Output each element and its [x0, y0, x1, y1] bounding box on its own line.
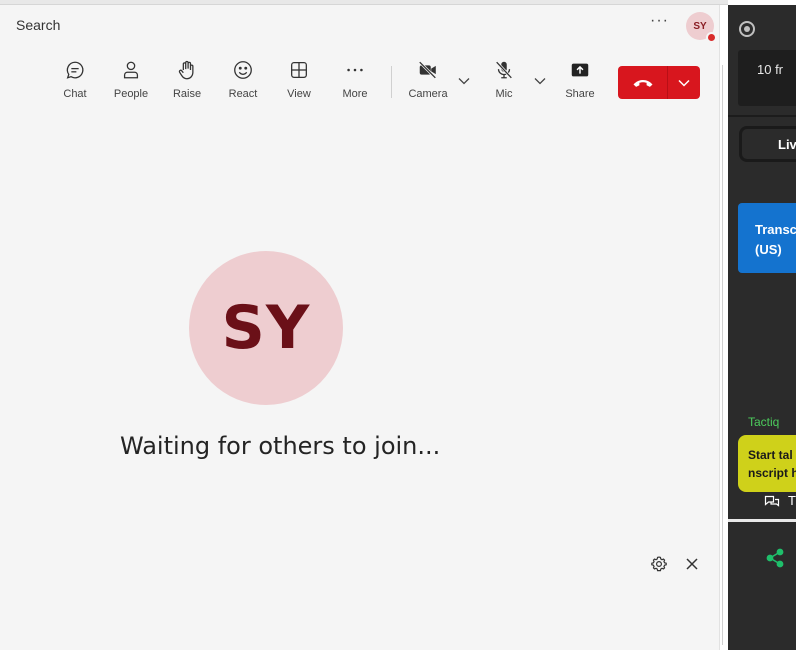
transcript-line-2: (US): [755, 242, 782, 257]
side-panel: 10 fr Liv Transc (US) Tactiq Start tal n…: [728, 5, 796, 650]
ellipsis-icon: [347, 68, 363, 72]
raise-label: Raise: [172, 88, 202, 100]
side-separator-light: [728, 519, 796, 522]
grid-view-icon: [291, 62, 307, 78]
view-label: View: [287, 88, 311, 100]
record-icon[interactable]: [739, 21, 755, 37]
mic-options-chevron-icon[interactable]: [533, 74, 547, 88]
share-screen-icon: [571, 63, 589, 77]
live-tab-label: Liv: [778, 137, 796, 152]
react-label: React: [228, 88, 258, 100]
mic-button[interactable]: Mic: [476, 56, 532, 106]
tactiq-label: Tactiq: [748, 415, 780, 429]
people-button[interactable]: People: [103, 56, 159, 106]
preview-frame-text: 10 fr: [757, 62, 784, 77]
raise-hand-icon: [178, 60, 194, 80]
camera-button[interactable]: Camera: [400, 56, 456, 106]
hang-up-icon: [633, 79, 652, 87]
toolbar-separator: [391, 66, 392, 98]
participant-initials: SY: [221, 293, 311, 363]
people-icon: [123, 61, 139, 79]
user-avatar-initials: SY: [693, 20, 707, 32]
smiley-icon: [234, 61, 252, 79]
share-icon[interactable]: [765, 548, 785, 568]
status-dot: [706, 32, 717, 43]
leave-button[interactable]: [618, 66, 700, 99]
participant-avatar: SY: [189, 251, 343, 405]
mic-off-icon: [495, 61, 513, 79]
close-icon[interactable]: [684, 556, 700, 572]
preview-frame: [738, 50, 796, 106]
share-label: Share: [565, 88, 595, 100]
gear-icon[interactable]: [650, 555, 668, 573]
transcript-language-text: Transc (US): [755, 220, 796, 260]
people-label: People: [113, 88, 149, 100]
more-options-icon[interactable]: ···: [650, 12, 669, 30]
raise-hand-button[interactable]: Raise: [159, 56, 215, 106]
chat-bubbles-icon[interactable]: [764, 494, 780, 510]
search-label[interactable]: Search: [16, 17, 60, 33]
start-line-2: nscript h: [748, 466, 796, 480]
more-button[interactable]: More: [327, 56, 383, 106]
chat-button[interactable]: Chat: [47, 56, 103, 106]
start-line-1: Start tal: [748, 448, 793, 462]
camera-options-chevron-icon[interactable]: [457, 74, 471, 88]
transcript-line-1: Transc: [755, 222, 796, 237]
user-avatar[interactable]: SY: [686, 12, 717, 43]
chat-label-truncated: T: [788, 493, 796, 508]
chevron-down-icon: [678, 79, 690, 87]
panel-divider[interactable]: [719, 5, 728, 650]
chat-icon: [66, 61, 84, 79]
camera-label: Camera: [408, 88, 448, 100]
chat-label: Chat: [63, 88, 87, 100]
react-button[interactable]: React: [215, 56, 271, 106]
waiting-message: Waiting for others to join...: [120, 432, 441, 460]
leave-options-button[interactable]: [668, 66, 700, 99]
side-separator: [728, 115, 796, 117]
view-button[interactable]: View: [271, 56, 327, 106]
camera-off-icon: [418, 61, 437, 79]
start-transcript-text: Start tal nscript h: [748, 446, 796, 482]
mic-label: Mic: [495, 88, 513, 100]
more-label: More: [342, 88, 368, 100]
hang-up-button[interactable]: [618, 66, 668, 99]
share-button[interactable]: Share: [552, 56, 608, 106]
